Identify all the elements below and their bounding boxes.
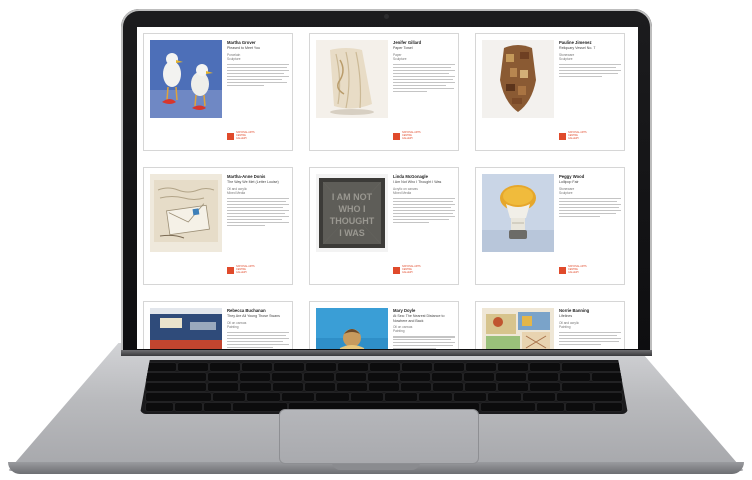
artwork-description [559,197,621,217]
gallery-logo-text: NATIONAL ARTS CENTRE GALLERY [402,131,421,140]
artwork-image-lifelines-collage[interactable] [482,308,554,349]
artwork-category: Painting [227,324,239,329]
camera-icon [384,14,389,19]
artwork-title: They Are All Young Those Swans [227,314,280,319]
artist-name: Rebecca Buchanan [227,308,266,313]
artwork-image-reliquary-vessel[interactable] [482,40,554,118]
artwork-title: The Way We Met (Letter Louise) [227,180,279,185]
gallery-logo-text: NATIONAL ARTS CENTRE GALLERY [236,131,255,140]
artwork-category: Mixed Media [393,190,412,195]
artwork-card[interactable]: Norrie Banning Lifelines Oil and acrylic… [475,301,625,349]
artwork-card[interactable]: Martha-Anne Donis The Way We Met (Letter… [143,167,293,285]
artwork-description [559,331,621,345]
artwork-category: Mixed Media [227,190,246,195]
gallery-logo-text: NATIONAL ARTS CENTRE GALLERY [402,265,421,274]
artwork-category: Sculpture [393,56,407,61]
artwork-description [393,197,455,223]
artwork-title: Reliquary Vessel No. 7 [559,46,596,51]
artwork-image-harbour-painting[interactable] [150,308,222,349]
artwork-image-text-painting[interactable]: I AM NOT WHO I THOUGHT I WAS [316,174,388,252]
svg-text:I AM NOT: I AM NOT [332,192,373,202]
artwork-image-seagulls[interactable] [150,40,222,118]
gallery-logo-icon [227,266,234,274]
gallery-logo: NATIONAL ARTS CENTRE GALLERY [227,131,256,141]
gallery-logo-text: NATIONAL ARTS CENTRE GALLERY [568,131,587,140]
artist-name: Linda McGonagle [393,174,428,179]
artwork-category: Sculpture [559,190,573,195]
artwork-image-lollipop-sculpture[interactable] [482,174,554,252]
artwork-card[interactable]: I AM NOT WHO I THOUGHT I WAS Linda McGon… [309,167,459,285]
keyboard [140,360,628,414]
artwork-description [227,63,289,86]
artwork-title: At Sea: The Nearest Distance to Nowhere … [393,314,445,323]
artwork-description [393,63,455,92]
gallery-logo-icon [559,132,566,140]
artist-name: Norrie Banning [559,308,590,313]
artwork-card[interactable]: Mary Doyle At Sea: The Nearest Distance … [309,301,459,349]
artwork-card[interactable]: Jenifer Gillard Paper Towel Paper Sculpt… [309,33,459,151]
laptop-screen: Martha Grover Pleased to Meet You Porcel… [137,27,638,349]
gallery-logo-icon [393,132,400,140]
artwork-category: Painting [393,329,405,334]
artwork-card[interactable]: Pauline Jimenez Reliquary Vessel No. 7 S… [475,33,625,151]
gallery-logo-icon [393,266,400,274]
gallery-logo-icon [559,266,566,274]
artwork-description [393,336,455,349]
artwork-description [227,197,289,226]
gallery-logo: NATIONAL ARTS CENTRE GALLERY [227,265,256,275]
artist-name: Peggy Wood [559,174,585,179]
gallery-logo-text: NATIONAL ARTS CENTRE GALLERY [568,265,587,274]
artwork-image-blue-figure[interactable] [316,308,388,349]
artwork-card[interactable]: Rebecca Buchanan They Are All Young Thos… [143,301,293,349]
laptop-hinge [121,350,652,356]
gallery-logo-icon [227,132,234,140]
gallery-logo: NATIONAL ARTS CENTRE GALLERY [559,131,588,141]
artwork-card[interactable]: Martha Grover Pleased to Meet You Porcel… [143,33,293,151]
svg-text:WHO I: WHO I [339,204,366,214]
svg-text:THOUGHT: THOUGHT [330,216,375,226]
artwork-category: Sculpture [227,56,241,61]
artwork-card[interactable]: Peggy Wood Lollipop Fair Stoneware Sculp… [475,167,625,285]
artwork-description [559,63,621,77]
artwork-image-paper-towel[interactable] [316,40,388,118]
artwork-image-letter-collage[interactable] [150,174,222,252]
artist-name: Jenifer Gillard [393,40,422,45]
artwork-category: Painting [559,324,571,329]
gallery-logo-text: NATIONAL ARTS CENTRE GALLERY [236,265,255,274]
gallery-logo: NATIONAL ARTS CENTRE GALLERY [393,131,422,141]
trackpad[interactable] [279,409,479,464]
artwork-title: Lollipop Fair [559,180,579,185]
artwork-grid: Martha Grover Pleased to Meet You Porcel… [143,33,625,349]
artwork-title: Paper Towel [393,46,413,51]
artwork-title: Pleased to Meet You [227,46,260,51]
svg-text:I WAS: I WAS [339,228,365,238]
artwork-title: Lifelines [559,314,573,319]
artwork-category: Sculpture [559,56,573,61]
gallery-logo: NATIONAL ARTS CENTRE GALLERY [559,265,588,275]
artist-name: Martha-Anne Donis [227,174,266,179]
artist-name: Mary Doyle [393,308,416,313]
artwork-description [227,331,289,348]
artist-name: Martha Grover [227,40,256,45]
artist-name: Pauline Jimenez [559,40,592,45]
artwork-title: I Am Not Who I Thought I Was [393,180,442,185]
gallery-logo: NATIONAL ARTS CENTRE GALLERY [393,265,422,275]
